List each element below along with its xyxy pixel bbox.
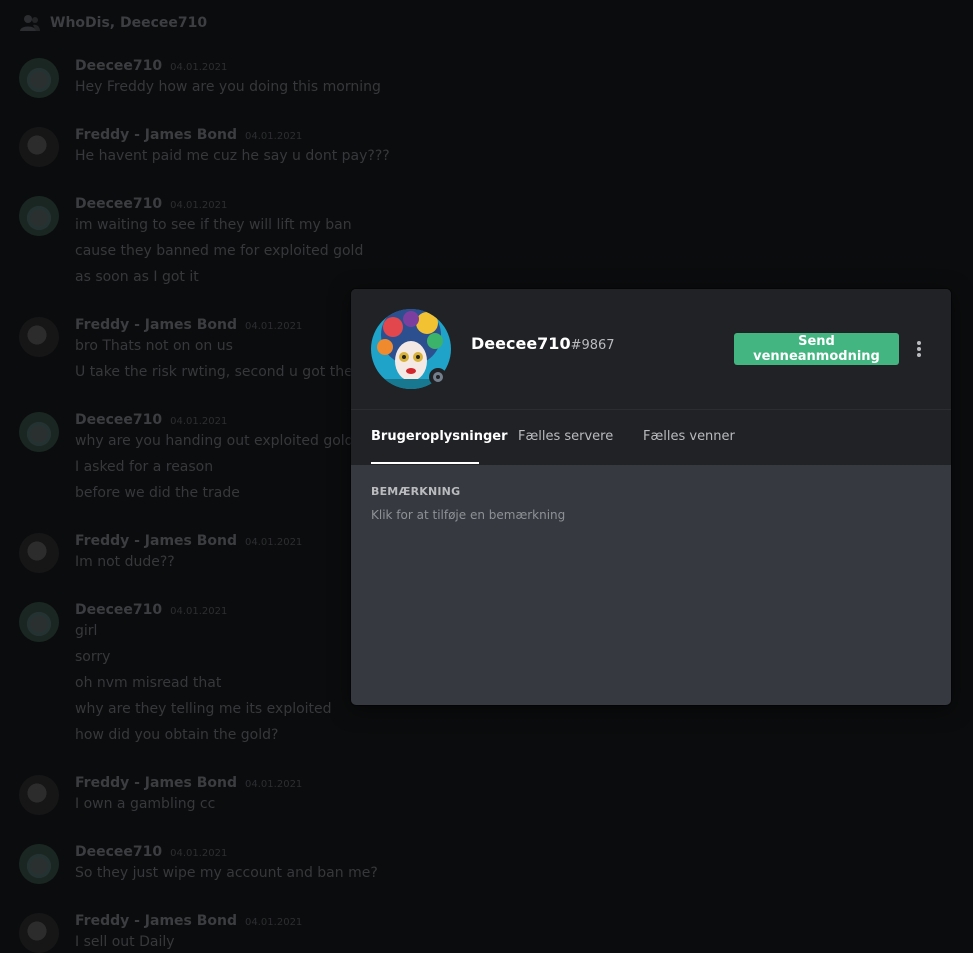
message-timestamp: 04.01.2021: [170, 416, 228, 427]
message-avatar[interactable]: [19, 58, 59, 98]
message-text: cause they banned me for exploited gold: [75, 243, 364, 259]
message-timestamp: 04.01.2021: [245, 131, 303, 142]
message-text: sorry: [75, 649, 111, 665]
message-text: how did you obtain the gold?: [75, 727, 279, 743]
author-name[interactable]: Deecee710: [75, 58, 162, 74]
more-options-button[interactable]: [909, 337, 929, 361]
profile-discriminator: #9867: [570, 338, 615, 353]
author-name[interactable]: Deecee710: [75, 844, 162, 860]
profile-divider: [351, 409, 951, 410]
message-text: I sell out Daily: [75, 934, 175, 950]
message-timestamp: 04.01.2021: [245, 321, 303, 332]
message-avatar[interactable]: [19, 602, 59, 642]
user-profile-modal: Deecee710#9867 Send venneanmodning Bruge…: [351, 289, 951, 705]
message-avatar[interactable]: [19, 913, 59, 953]
message-text: bro Thats not on on us: [75, 338, 233, 354]
message-avatar[interactable]: [19, 844, 59, 884]
message-text: So they just wipe my account and ban me?: [75, 865, 378, 881]
message-timestamp: 04.01.2021: [170, 606, 228, 617]
profile-username: Deecee710: [471, 334, 571, 353]
message-avatar[interactable]: [19, 317, 59, 357]
message-text: I own a gambling cc: [75, 796, 216, 812]
message-author[interactable]: Freddy - James Bond 04.01.2021: [75, 317, 302, 333]
message-text: im waiting to see if they will lift my b…: [75, 217, 352, 233]
tab-mutual-friends[interactable]: Fælles venner: [643, 429, 735, 444]
message-text: why are you handing out exploited gold t…: [75, 433, 373, 449]
message-timestamp: 04.01.2021: [170, 848, 228, 859]
message-avatar[interactable]: [19, 127, 59, 167]
message-avatar[interactable]: [19, 775, 59, 815]
message-author[interactable]: Freddy - James Bond 04.01.2021: [75, 913, 302, 929]
people-icon: [20, 15, 40, 31]
message-text: U take the risk rwting, second u got the…: [75, 364, 371, 380]
message-author[interactable]: Freddy - James Bond 04.01.2021: [75, 127, 302, 143]
message-author[interactable]: Deecee710 04.01.2021: [75, 412, 227, 428]
message-author[interactable]: Deecee710 04.01.2021: [75, 602, 227, 618]
message-avatar[interactable]: [19, 196, 59, 236]
more-vertical-icon: [917, 341, 921, 357]
message-text: as soon as I got it: [75, 269, 199, 285]
tab-user-info[interactable]: Brugeroplysninger: [371, 429, 508, 444]
message-text: Hey Freddy how are you doing this mornin…: [75, 79, 381, 95]
chat-header: WhoDis, Deecee710: [20, 12, 207, 34]
message-text: oh nvm misread that: [75, 675, 222, 691]
message-timestamp: 04.01.2021: [170, 200, 228, 211]
author-name[interactable]: Freddy - James Bond: [75, 533, 237, 549]
note-input[interactable]: Klik for at tilføje en bemærkning: [371, 508, 931, 528]
message-author[interactable]: Deecee710 04.01.2021: [75, 844, 227, 860]
author-name[interactable]: Deecee710: [75, 412, 162, 428]
send-friend-request-button[interactable]: Send venneanmodning: [734, 333, 899, 365]
message-text: He havent paid me cuz he say u dont pay?…: [75, 148, 390, 164]
message-timestamp: 04.01.2021: [245, 537, 303, 548]
message-text: before we did the trade: [75, 485, 240, 501]
message-text: Im not dude??: [75, 554, 175, 570]
author-name[interactable]: Deecee710: [75, 602, 162, 618]
message-avatar[interactable]: [19, 412, 59, 452]
author-name[interactable]: Freddy - James Bond: [75, 775, 237, 791]
tab-mutual-servers[interactable]: Fælles servere: [518, 429, 613, 444]
message-timestamp: 04.01.2021: [245, 779, 303, 790]
profile-username-block: Deecee710#9867: [471, 334, 615, 353]
chat-header-title: WhoDis, Deecee710: [50, 15, 208, 31]
note-label: BEMÆRKNING: [371, 485, 461, 498]
message-author[interactable]: Deecee710 04.01.2021: [75, 58, 227, 74]
message-timestamp: 04.01.2021: [170, 62, 228, 73]
author-name[interactable]: Freddy - James Bond: [75, 317, 237, 333]
author-name[interactable]: Freddy - James Bond: [75, 913, 237, 929]
message-avatar[interactable]: [19, 533, 59, 573]
author-name[interactable]: Freddy - James Bond: [75, 127, 237, 143]
active-tab-indicator: [371, 462, 479, 464]
message-author[interactable]: Deecee710 04.01.2021: [75, 196, 227, 212]
author-name[interactable]: Deecee710: [75, 196, 162, 212]
message-author[interactable]: Freddy - James Bond 04.01.2021: [75, 533, 302, 549]
message-text: girl: [75, 623, 98, 639]
message-text: I asked for a reason: [75, 459, 214, 475]
message-text: why are they telling me its exploited: [75, 701, 332, 717]
message-author[interactable]: Freddy - James Bond 04.01.2021: [75, 775, 302, 791]
status-offline-icon: [429, 368, 447, 386]
